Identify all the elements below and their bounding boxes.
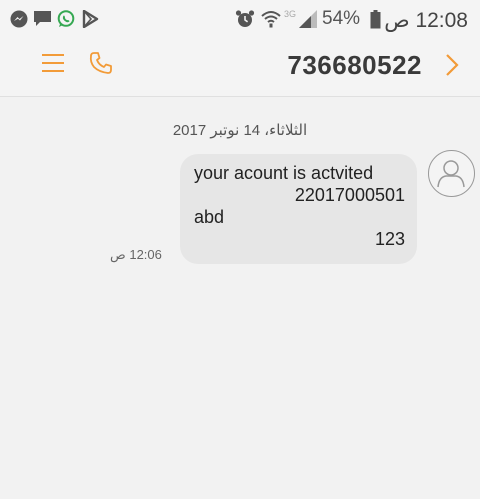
- message-bubble[interactable]: your acount is actvited 22017000501 abd …: [180, 154, 417, 264]
- contact-avatar[interactable]: [428, 150, 475, 197]
- message-list[interactable]: الثلاثاء، 14 نوتبر 2017 your acount is a…: [0, 97, 480, 499]
- network-type-label: 3G: [284, 9, 297, 19]
- message-line: 123: [374, 229, 405, 249]
- play-store-icon: [82, 10, 99, 28]
- person-icon: [437, 160, 465, 188]
- menu-icon[interactable]: [42, 53, 64, 73]
- wifi-icon: [261, 11, 281, 28]
- battery-icon: [370, 10, 381, 29]
- contact-number[interactable]: 736680522: [287, 50, 422, 81]
- alarm-icon: [235, 10, 255, 27]
- date-header: الثلاثاء، 14 نوتبر 2017: [172, 122, 308, 139]
- conversation-header: 736680522: [0, 38, 480, 97]
- status-bar: 3G 54% 12:08 ص: [0, 0, 480, 38]
- signal-icon: [299, 10, 317, 28]
- phone-call-icon[interactable]: [89, 51, 113, 75]
- battery-percent: 54%: [322, 8, 361, 29]
- message-line: abd: [194, 207, 225, 227]
- message-line: your acount is actvited: [194, 163, 374, 183]
- chevron-right-icon[interactable]: [444, 53, 460, 77]
- chat-icon: [34, 11, 51, 26]
- message-timestamp: 12:06 ص: [110, 247, 162, 262]
- messenger-icon: [10, 10, 28, 28]
- message-line: 22017000501: [294, 185, 405, 205]
- status-time: 12:08 ص: [384, 9, 468, 32]
- whatsapp-icon: [57, 10, 75, 27]
